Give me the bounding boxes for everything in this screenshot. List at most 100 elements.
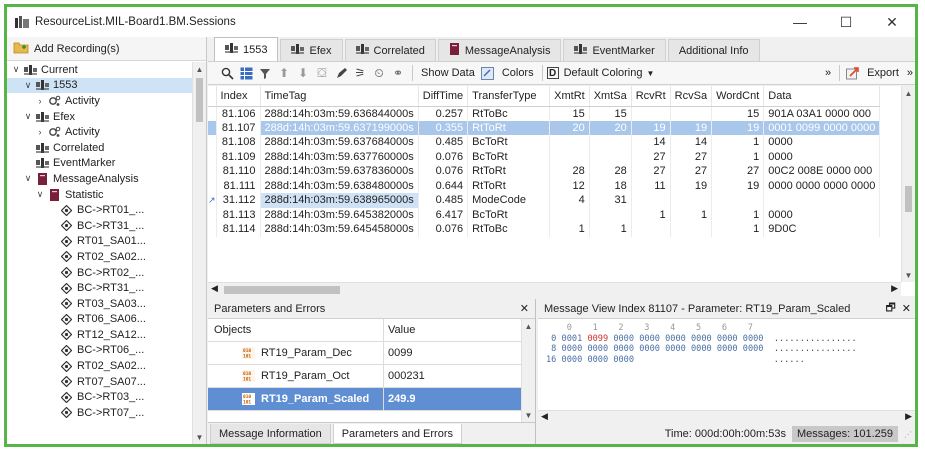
cell-difftime[interactable]: 0.076 [418,164,469,179]
export-button[interactable]: Export [867,67,899,79]
cell-timetag[interactable]: 288d:14h:03m:59.636844000s [260,106,419,121]
float-window-icon[interactable]: 🗗 [885,299,895,318]
cell-data[interactable] [763,193,881,208]
table-row[interactable]: 81.113 288d:14h:03m:59.645382000s 6.417 BcT… [208,207,881,222]
cell-xmtrt[interactable] [549,149,590,164]
filter-messages-icon[interactable] [256,64,274,82]
cell-rcvrt[interactable] [631,106,671,121]
grid-vertical-scrollbar[interactable]: ▲ ▼ [901,86,915,282]
cell-transfertype[interactable]: ModeCode [467,193,551,208]
tree-item[interactable]: ∨ Efex [7,109,192,125]
cell-index[interactable]: 31.112 [216,193,261,208]
hex-word[interactable]: 0000 [562,355,583,365]
tree-item[interactable]: BC->RT03_... [7,389,192,405]
parameter-name-cell[interactable]: 010 101 RT19_Param_Oct [208,365,384,387]
table-row[interactable]: ↗ 31.112 288d:14h:03m:59.638965000s 0.485 Mo… [208,193,881,208]
table-row[interactable]: 81.106 288d:14h:03m:59.636844000s 0.257 RtT… [208,106,881,121]
cell-index[interactable]: 81.111 [216,178,261,193]
cell-data[interactable]: 00C2 008E 0000 000 [763,164,881,179]
cell-timetag[interactable]: 288d:14h:03m:59.637760000s [260,149,419,164]
hex-word[interactable]: 0000 [665,344,686,354]
cell-rcvsa[interactable] [670,193,713,208]
column-header-difftime[interactable]: DiffTime [418,86,469,107]
grid-scroll-left-icon[interactable]: ◀ [211,283,218,294]
add-recording-button[interactable]: Add Recording(s) [7,37,206,61]
cell-xmtrt[interactable] [549,207,590,222]
parameter-row[interactable]: 010 101 RT19_Param_Oct 000231 [208,365,521,388]
cell-xmtrt[interactable]: 12 [549,178,590,193]
cell-index[interactable]: 81.106 [216,106,261,121]
cell-transfertype[interactable]: RtToRt [467,178,551,193]
tab-messageanalysis[interactable]: MessageAnalysis [437,39,562,61]
expanded-icon[interactable]: ∨ [23,173,33,184]
tree-item[interactable]: RT06_SA06... [7,312,192,328]
cell-difftime[interactable]: 6.417 [418,207,469,222]
scroll-down-icon[interactable]: ▼ [193,430,206,444]
hex-word[interactable]: 0000 [613,344,634,354]
cell-wordcnt[interactable]: 19 [711,120,765,135]
cell-xmtsa[interactable]: 31 [589,193,632,208]
hex-word[interactable]: 0000 [587,355,608,365]
tree-item[interactable]: BC->RT07_... [7,405,192,421]
collapsed-icon[interactable]: › [35,96,45,106]
export-icon[interactable] [844,64,862,82]
arrow-down-icon[interactable]: ⬇ [294,64,312,82]
params-scroll-up-icon[interactable]: ▲ [522,319,535,333]
hex-word[interactable]: 0000 [613,334,634,344]
cell-timetag[interactable]: 288d:14h:03m:59.645382000s [260,207,419,222]
cell-rcvrt[interactable]: 11 [631,178,671,193]
cell-rcvsa[interactable]: 19 [670,178,713,193]
hex-word[interactable]: 0000 [743,334,764,344]
cell-wordcnt[interactable]: 1 [711,222,765,237]
tree-item[interactable]: RT02_SA02... [7,249,192,265]
parameters-panel-close-icon[interactable]: ✕ [520,302,529,315]
coloring-dropdown[interactable]: D Default Coloring ▼ [546,67,654,79]
hex-word[interactable]: 0000 [691,344,712,354]
mv-scroll-left-icon[interactable]: ◀ [541,411,548,422]
colors-button[interactable]: Colors [502,67,534,79]
cell-rcvrt[interactable]: 14 [631,135,671,150]
cell-difftime[interactable]: 0.355 [418,120,469,135]
cell-xmtsa[interactable] [589,135,632,150]
cell-index[interactable]: 81.113 [216,207,261,222]
cell-rcvsa[interactable]: 19 [670,120,713,135]
message-view-close-icon[interactable]: ✕ [902,302,911,315]
cell-index[interactable]: 81.110 [216,164,261,179]
cell-rcvrt[interactable]: 27 [631,164,671,179]
cell-difftime[interactable]: 0.485 [418,135,469,150]
cell-timetag[interactable]: 288d:14h:03m:59.637836000s [260,164,419,179]
cell-index[interactable]: 81.108 [216,135,261,150]
cell-rcvrt[interactable]: 1 [631,207,671,222]
cell-rcvrt[interactable]: 27 [631,149,671,164]
hex-word[interactable]: 0000 [665,334,686,344]
cell-wordcnt[interactable] [711,193,765,208]
minimize-button[interactable]: — [777,7,823,37]
tab-efex[interactable]: Efex [280,39,343,61]
cell-rcvsa[interactable]: 1 [670,207,713,222]
column-header-rcvsa[interactable]: RcvSa [670,86,713,107]
cell-xmtsa[interactable]: 28 [589,164,632,179]
cell-difftime[interactable]: 0.644 [418,178,469,193]
column-header-rcvrt[interactable]: RcvRt [631,86,671,107]
tree-item[interactable]: ∨ Current [7,62,192,78]
cell-xmtrt[interactable]: 28 [549,164,590,179]
expanded-icon[interactable]: ∨ [23,80,33,91]
cell-timetag[interactable]: 288d:14h:03m:59.637684000s [260,135,419,150]
hex-word[interactable]: 0000 [639,334,660,344]
cell-rcvrt[interactable] [631,193,671,208]
cell-transfertype[interactable]: RtToBc [467,222,551,237]
expanded-icon[interactable]: ∨ [35,189,45,200]
grid-horizontal-scrollbar[interactable]: ◀ ▶ [208,282,901,296]
cell-timetag[interactable]: 288d:14h:03m:59.638965000s [260,193,419,208]
bottom-tab-parameters-and-errors[interactable]: Parameters and Errors [332,424,462,444]
cell-xmtsa[interactable]: 1 [589,222,632,237]
hex-word[interactable]: 0000 [613,355,634,365]
grid-scroll-right-icon[interactable]: ▶ [891,283,898,294]
parameter-row[interactable]: 010 101 RT19_Param_Dec 0099 [208,342,521,365]
cell-data[interactable]: 0001 0099 0000 0000 [763,120,881,135]
column-header-xmtrt[interactable]: XmtRt [549,86,590,107]
cell-wordcnt[interactable]: 1 [711,207,765,222]
cell-data[interactable]: 0000 0000 0000 0000 [763,178,881,193]
bookmark-icon[interactable]: ⛋ [313,64,331,82]
cell-difftime[interactable]: 0.076 [418,222,469,237]
